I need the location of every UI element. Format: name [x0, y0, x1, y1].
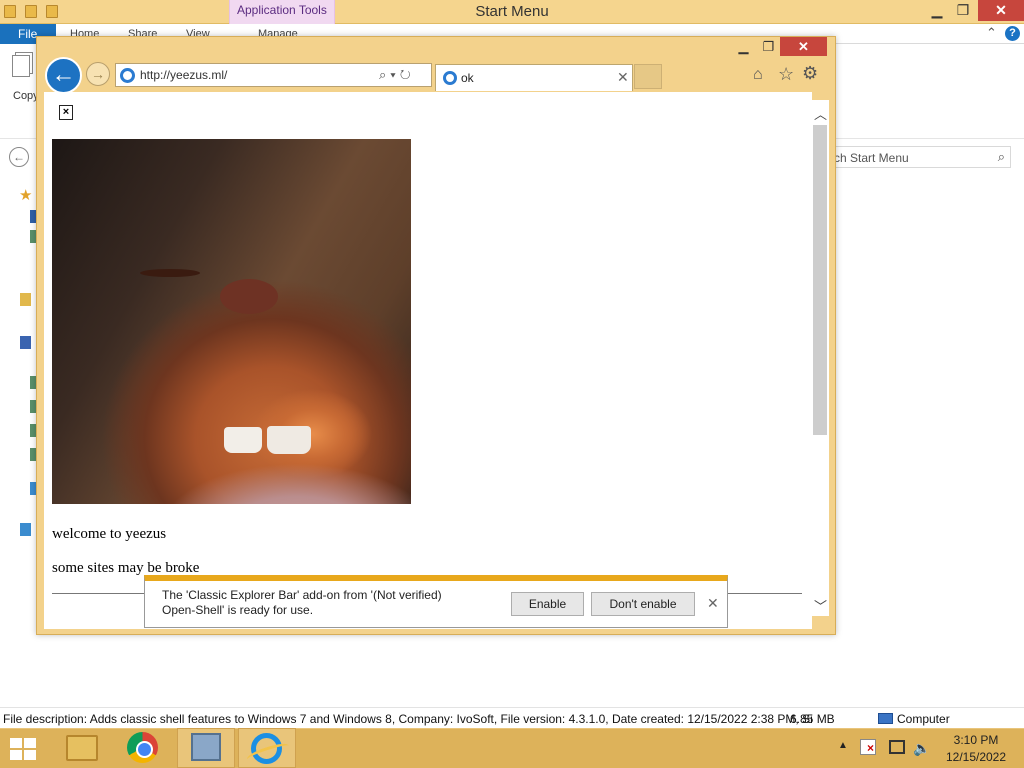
explorer-maximize-button[interactable]: ❐ [948, 0, 978, 21]
search-icon[interactable]: ⌕ [379, 67, 390, 82]
notification-message: The 'Classic Explorer Bar' add-on from '… [162, 588, 442, 617]
photo-detail-tooth [224, 427, 262, 453]
address-bar[interactable]: http://yeezus.ml/ ⌕▾↻ [115, 63, 432, 87]
status-location: Computer [897, 712, 950, 726]
clock-time[interactable]: 3:10 PM [940, 733, 1012, 747]
tab-title: ok [461, 71, 474, 85]
ie-window-controls: ▁ ❐ ✕ [730, 37, 830, 57]
browser-tab[interactable]: ok ✕ [435, 64, 633, 91]
star-icon[interactable]: ☆ [778, 64, 794, 85]
back-arrow-icon[interactable]: ← [45, 57, 82, 94]
copy-icon[interactable] [12, 55, 30, 77]
favorites-star-icon[interactable]: ★ [19, 186, 32, 204]
nav-computer-icon[interactable] [20, 336, 31, 349]
windows-logo-pane [24, 738, 36, 748]
ie-close-button[interactable]: ✕ [780, 37, 827, 56]
new-tab-button[interactable] [634, 64, 662, 89]
page-photo [52, 139, 411, 504]
windows-start-icon[interactable] [10, 738, 38, 760]
copy-button-label: Copy [13, 90, 39, 102]
explorer-search-placeholder: rch Start Menu [830, 151, 909, 165]
dropdown-icon[interactable]: ▾ [390, 67, 399, 82]
tab-ie-icon [443, 71, 457, 85]
tab-close-icon[interactable]: ✕ [617, 69, 629, 86]
explorer-close-button[interactable]: ✕ [978, 0, 1024, 21]
folder-icon [66, 735, 98, 761]
home-icon[interactable]: ⌂ [753, 66, 763, 84]
search-icon: ⌕ [997, 149, 1005, 164]
refresh-icon[interactable]: ↻ [400, 67, 415, 82]
ie-maximize-button[interactable]: ❐ [755, 37, 782, 56]
address-url[interactable]: http://yeezus.ml/ [140, 68, 227, 82]
clock-date[interactable]: 12/15/2022 [940, 750, 1012, 764]
help-icon[interactable]: ? [1005, 26, 1020, 41]
broken-image-icon: × [59, 105, 73, 120]
remote-desktop-icon [191, 733, 221, 761]
nav-network-icon[interactable] [20, 523, 31, 536]
photo-detail-eye [140, 269, 200, 277]
windows-logo-pane [10, 738, 22, 748]
internet-explorer-icon [251, 733, 282, 764]
explorer-title-bar: Application Tools Start Menu ▁ ❐ ✕ [0, 0, 1024, 24]
explorer-back-icon[interactable]: ← [9, 147, 29, 167]
ie-page-icon [120, 68, 135, 83]
network-icon[interactable] [889, 740, 905, 754]
scroll-up-chevron-icon[interactable]: ︿ [814, 104, 827, 123]
scrollbar-thumb[interactable] [813, 125, 827, 435]
status-file-size: 6.85 MB [790, 712, 835, 726]
explorer-status-bar: File description: Adds classic shell fea… [0, 707, 1024, 728]
ribbon-collapse-chevron-icon[interactable]: ⌃ [986, 25, 997, 41]
status-file-description: File description: Adds classic shell fea… [3, 712, 813, 726]
addon-notification-bar: The 'Classic Explorer Bar' add-on from '… [144, 575, 728, 628]
forward-arrow-icon[interactable]: → [86, 62, 110, 86]
photo-detail-tooth [267, 426, 311, 454]
ie-minimize-button[interactable]: ▁ [730, 37, 757, 56]
volume-icon[interactable]: 🔈 [913, 740, 930, 757]
explorer-search-box[interactable]: rch Start Menu ⌕ [823, 146, 1011, 168]
windows-logo-pane [24, 750, 36, 760]
chrome-icon [127, 732, 158, 763]
action-center-flag-icon[interactable] [860, 739, 876, 755]
enable-button[interactable]: Enable [511, 592, 584, 616]
welcome-text: welcome to yeezus [52, 526, 167, 542]
dont-enable-button[interactable]: Don't enable [591, 592, 695, 616]
explorer-window-title: Start Menu [475, 3, 549, 20]
computer-icon [878, 713, 893, 724]
scroll-down-chevron-icon[interactable]: ﹀ [814, 596, 827, 615]
tray-expand-chevron-icon[interactable]: ▲ [838, 740, 848, 751]
close-icon[interactable]: ✕ [707, 595, 719, 612]
address-bar-tools: ⌕▾↻ [379, 67, 415, 83]
windows-logo-pane [10, 750, 22, 760]
gear-icon[interactable]: ⚙ [802, 63, 818, 84]
photo-detail-nose [220, 279, 278, 314]
nav-libraries-icon[interactable] [20, 293, 31, 306]
page-scrollbar[interactable]: ︿ ﹀ [812, 100, 829, 616]
